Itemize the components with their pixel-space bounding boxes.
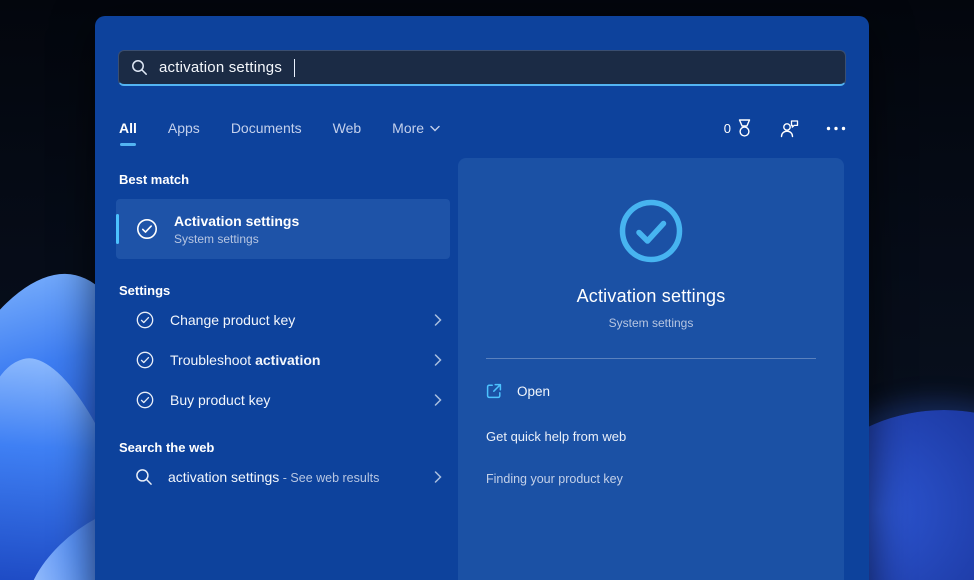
more-options-button[interactable] [826,126,846,131]
rewards-points-count: 0 [724,121,731,136]
link-finding-product-key[interactable]: Finding your product key [486,462,816,496]
check-circle-icon [135,350,155,370]
result-label: activation settings - See web results [168,469,419,485]
result-label: Troubleshoot activation [170,352,419,368]
active-tab-underline [120,143,136,146]
chevron-down-icon [430,125,440,132]
best-match-text: Activation settings System settings [174,212,299,247]
tab-all[interactable]: All [118,116,138,146]
best-match-title: Activation settings [174,212,299,231]
settings-section-header: Settings [116,283,450,298]
result-troubleshoot-activation[interactable]: Troubleshoot activation [116,340,450,380]
search-icon [131,59,148,76]
search-icon [135,468,153,486]
open-external-icon [486,383,502,399]
best-match-header: Best match [116,172,450,187]
chevron-right-icon [434,471,442,483]
ellipsis-icon [826,126,846,131]
preview-hero: Activation settings System settings [458,158,844,330]
tab-more[interactable]: More [391,116,441,146]
search-results-list: Best match Activation settings System se… [116,166,450,497]
search-web-section-header: Search the web [116,440,450,455]
result-label: Buy product key [170,392,419,408]
result-buy-product-key[interactable]: Buy product key [116,380,450,420]
tab-web[interactable]: Web [332,116,363,146]
result-web-search[interactable]: activation settings - See web results [116,457,450,497]
open-button-label: Open [517,384,550,399]
tab-apps[interactable]: Apps [167,116,201,146]
person-chat-icon [779,119,800,138]
check-circle-icon [135,390,155,410]
text-caret [294,59,295,77]
rewards-button[interactable]: 0 [724,119,753,138]
preview-subtitle: System settings [609,316,694,330]
preview-panel: Activation settings System settings Open… [458,158,844,580]
chevron-right-icon [434,314,442,326]
search-query-text: activation settings [159,59,282,76]
check-circle-icon [135,217,159,241]
search-input[interactable]: activation settings [118,50,846,86]
preview-title: Activation settings [577,286,726,307]
result-change-product-key[interactable]: Change product key [116,300,450,340]
best-match-result[interactable]: Activation settings System settings [116,199,450,259]
link-quick-help[interactable]: Get quick help from web [486,419,816,454]
open-button[interactable]: Open [474,375,562,407]
search-filter-tabs: All Apps Documents Web More 0 [118,116,846,150]
result-label: Change product key [170,312,419,328]
panel-divider [486,358,816,359]
tab-documents[interactable]: Documents [230,116,303,146]
search-flyout-window: activation settings All Apps Documents W… [95,16,869,580]
chevron-right-icon [434,354,442,366]
check-circle-icon [135,310,155,330]
rewards-medal-icon [736,119,753,138]
top-action-icons: 0 [724,116,846,138]
best-match-subtitle: System settings [174,231,299,247]
chevron-right-icon [434,394,442,406]
activation-check-circle-icon [618,198,684,264]
feedback-button[interactable] [779,119,800,138]
